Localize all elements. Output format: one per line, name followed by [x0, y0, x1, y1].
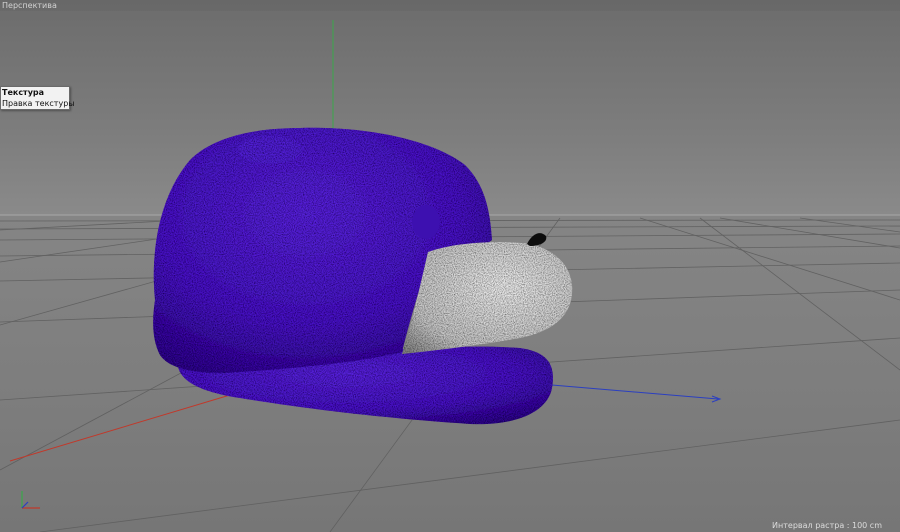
- menu-item-edit-texture[interactable]: Правка текстуры: [1, 98, 75, 109]
- scene-canvas[interactable]: [0, 0, 900, 532]
- context-menu: Текстура Правка текстуры: [0, 86, 75, 110]
- model-nose: [527, 233, 547, 246]
- model-head[interactable]: [153, 127, 573, 425]
- axis-x-line: [9, 391, 241, 462]
- grid-spacing-label: Интервал растра : 100 cm: [772, 521, 882, 530]
- axis-z-line: [539, 383, 719, 400]
- model-eye: [412, 205, 440, 239]
- viewport-perspective[interactable]: Перспектива Текстура Правка текстуры Инт…: [0, 0, 900, 532]
- viewport-title: Перспектива: [0, 0, 900, 11]
- model-ear: [238, 136, 302, 164]
- menu-item-texture[interactable]: Текстура: [1, 87, 69, 98]
- model-muzzle: [402, 242, 573, 354]
- axis-gizmo-icon: [21, 491, 40, 509]
